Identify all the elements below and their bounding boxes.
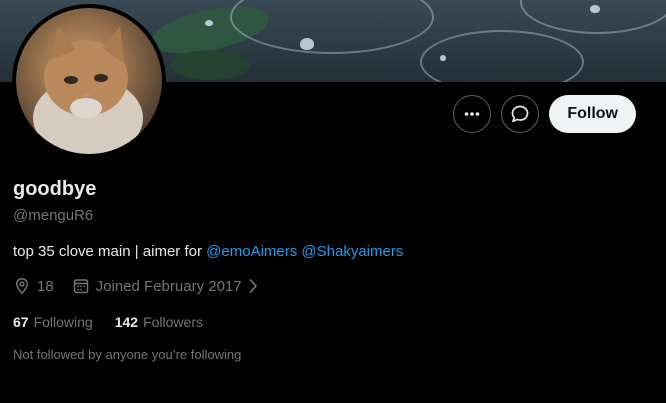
calendar-icon	[73, 279, 88, 294]
username: @menguR6	[13, 207, 94, 224]
banner-droplet	[440, 55, 446, 61]
follow-button[interactable]: Follow	[549, 95, 636, 133]
bio-text: top 35 clove main | aimer for	[13, 243, 207, 260]
cat-photo-icon	[16, 8, 162, 154]
location-icon	[15, 278, 29, 295]
mention-link[interactable]: @emoAimers	[206, 243, 297, 260]
message-icon	[511, 105, 529, 123]
following-label: Following	[33, 314, 93, 330]
following-link[interactable]: 67 Following	[13, 314, 93, 330]
profile-meta: 18 Joined February 2017	[13, 277, 258, 295]
followers-label: Followers	[143, 314, 203, 330]
followers-count: 142	[114, 314, 139, 330]
avatar[interactable]	[16, 8, 162, 154]
more-button[interactable]	[453, 95, 492, 133]
followers-link[interactable]: 142 Followers	[115, 314, 203, 330]
joined-date[interactable]: Joined February 2017	[72, 277, 258, 295]
following-count: 67	[13, 314, 29, 330]
follow-counts: 67 Following 142 Followers	[13, 314, 203, 330]
location-text: 18	[37, 277, 54, 295]
more-icon	[465, 112, 480, 116]
banner-ripple	[230, 0, 434, 54]
location: 18	[13, 277, 54, 295]
profile-actions: Follow	[453, 95, 636, 133]
joined-text: Joined February 2017	[95, 277, 242, 295]
bio: top 35 clove main | aimer for @emoAimers…	[13, 243, 403, 260]
message-button[interactable]	[501, 95, 540, 133]
mention-link[interactable]: @Shakyaimers	[301, 243, 403, 260]
display-name: goodbye	[13, 178, 97, 200]
banner-droplet	[205, 20, 213, 26]
banner-droplet	[590, 5, 600, 13]
chevron-right-icon	[249, 279, 257, 293]
banner-leaf	[170, 50, 250, 80]
banner-droplet	[300, 38, 314, 50]
not-followed-notice: Not followed by anyone you’re following	[13, 347, 242, 362]
